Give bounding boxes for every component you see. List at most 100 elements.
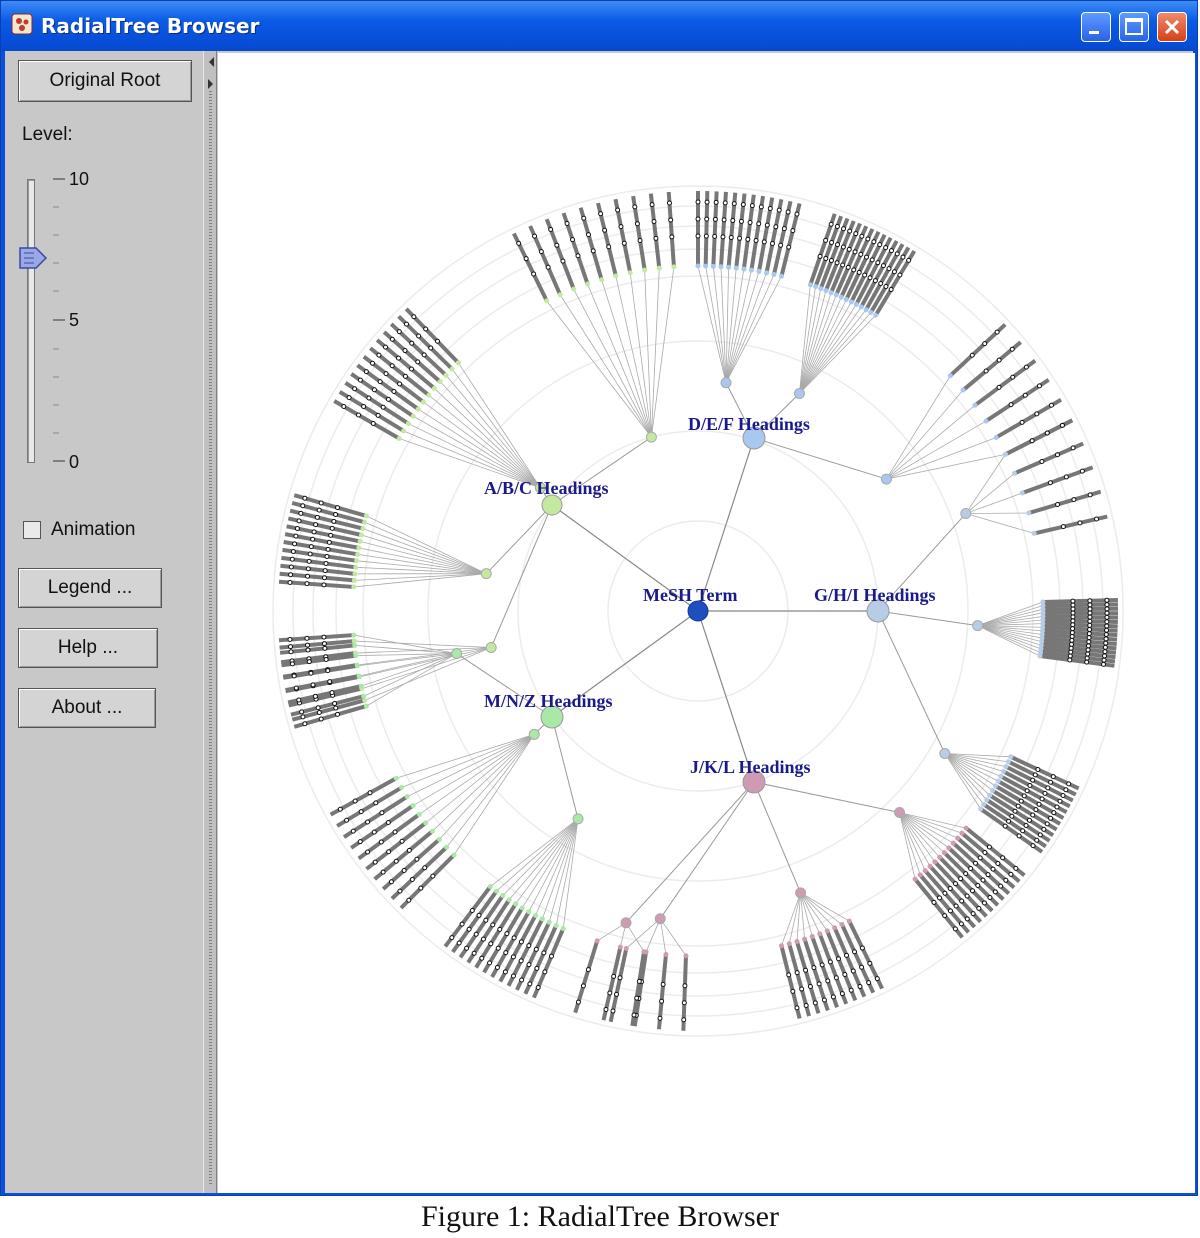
- leaf-node[interactable]: [982, 850, 988, 856]
- leaf-node[interactable]: [981, 900, 987, 906]
- leaf-node[interactable]: [829, 239, 835, 245]
- leaf-node[interactable]: [1068, 649, 1074, 655]
- leaf-node[interactable]: [987, 792, 993, 798]
- leaf-node[interactable]: [1055, 501, 1061, 507]
- leaf-node[interactable]: [1103, 632, 1109, 638]
- leaf-node[interactable]: [891, 269, 897, 275]
- leaf-node[interactable]: [383, 371, 389, 377]
- leaf-node[interactable]: [1036, 383, 1042, 389]
- leaf-node[interactable]: [415, 359, 421, 365]
- leaf-node[interactable]: [838, 294, 844, 300]
- leaf-node[interactable]: [845, 264, 851, 270]
- leaf-node[interactable]: [1071, 497, 1077, 503]
- leaf-node[interactable]: [1104, 610, 1110, 616]
- leaf-node[interactable]: [995, 860, 1001, 866]
- leaf-node[interactable]: [802, 936, 808, 942]
- leaf-node[interactable]: [695, 199, 701, 205]
- leaf-node[interactable]: [816, 981, 822, 987]
- leaf-node[interactable]: [518, 958, 524, 964]
- leaf-node[interactable]: [1087, 602, 1093, 608]
- leaf-node[interactable]: [627, 270, 633, 276]
- leaf-node[interactable]: [361, 693, 367, 699]
- leaf-node[interactable]: [1037, 832, 1043, 838]
- leaf-node[interactable]: [858, 304, 864, 310]
- leaf-node[interactable]: [289, 661, 295, 667]
- leaf-node[interactable]: [545, 264, 551, 270]
- leaf-node[interactable]: [312, 693, 318, 699]
- leaf-node[interactable]: [333, 512, 339, 518]
- leaf-node[interactable]: [322, 568, 328, 574]
- leaf-node[interactable]: [418, 885, 424, 891]
- leaf-node[interactable]: [352, 571, 358, 577]
- leaf-node[interactable]: [906, 257, 912, 263]
- leaf-node[interactable]: [794, 1005, 800, 1011]
- leaf-node[interactable]: [799, 986, 805, 992]
- leaf-node[interactable]: [863, 307, 869, 313]
- leaf-node[interactable]: [811, 965, 817, 971]
- leaf-node[interactable]: [322, 645, 328, 651]
- leaf-node[interactable]: [370, 421, 376, 426]
- leaf-node[interactable]: [873, 312, 879, 318]
- leaf-node[interactable]: [602, 227, 608, 233]
- leaf-node[interactable]: [371, 829, 377, 835]
- leaf-node[interactable]: [617, 975, 623, 981]
- leaf-node[interactable]: [781, 226, 787, 232]
- leaf-node[interactable]: [316, 709, 322, 715]
- leaf-node[interactable]: [704, 199, 710, 205]
- leaf-node[interactable]: [510, 973, 516, 979]
- leaf-node[interactable]: [494, 888, 500, 894]
- leaf-node[interactable]: [1102, 644, 1108, 650]
- leaf-node[interactable]: [1035, 766, 1041, 772]
- leaf-node[interactable]: [451, 852, 457, 858]
- leaf-node[interactable]: [519, 977, 525, 983]
- leaf-node[interactable]: [983, 368, 989, 374]
- leaf-node[interactable]: [560, 258, 566, 264]
- leaf-node[interactable]: [869, 257, 875, 263]
- leaf-node[interactable]: [352, 642, 358, 648]
- leaf-node[interactable]: [786, 972, 792, 978]
- leaf-node[interactable]: [542, 969, 548, 975]
- leaf-node[interactable]: [308, 670, 314, 676]
- leaf-node[interactable]: [778, 943, 784, 949]
- leaf-node[interactable]: [794, 211, 800, 217]
- leaf-node[interactable]: [1015, 803, 1021, 809]
- leaf-node[interactable]: [534, 965, 540, 971]
- leaf-node[interactable]: [872, 278, 878, 284]
- leaf-node[interactable]: [833, 975, 839, 981]
- leaf-node[interactable]: [864, 254, 870, 260]
- leaf-node[interactable]: [952, 926, 958, 932]
- inner-node[interactable]: [793, 387, 805, 399]
- leaf-node[interactable]: [1060, 793, 1066, 799]
- leaf-node[interactable]: [391, 389, 397, 395]
- inner-node[interactable]: [451, 648, 463, 660]
- leaf-node[interactable]: [1018, 798, 1024, 804]
- leaf-node[interactable]: [414, 856, 420, 862]
- leaf-node[interactable]: [1048, 779, 1054, 785]
- leaf-node[interactable]: [741, 266, 747, 272]
- leaf-node[interactable]: [516, 240, 522, 246]
- leaf-node[interactable]: [1023, 823, 1029, 829]
- leaf-node[interactable]: [975, 883, 981, 889]
- leaf-node[interactable]: [888, 287, 894, 293]
- leaf-node[interactable]: [764, 222, 770, 228]
- leaf-node[interactable]: [900, 254, 906, 260]
- leaf-node[interactable]: [415, 406, 421, 412]
- leaf-node[interactable]: [848, 299, 854, 305]
- leaf-node[interactable]: [942, 890, 948, 896]
- leaf-node[interactable]: [1104, 614, 1110, 620]
- leaf-node[interactable]: [353, 564, 359, 570]
- leaf-node[interactable]: [1003, 764, 1009, 770]
- leaf-node[interactable]: [444, 844, 450, 850]
- leaf-node[interactable]: [429, 828, 435, 834]
- leaf-node[interactable]: [713, 199, 719, 205]
- leaf-node[interactable]: [378, 839, 384, 845]
- leaf-node[interactable]: [978, 806, 984, 812]
- leaf-node[interactable]: [728, 234, 734, 240]
- leaf-node[interactable]: [1070, 606, 1076, 612]
- leaf-node[interactable]: [874, 976, 880, 982]
- leaf-node[interactable]: [350, 828, 356, 834]
- leaf-node[interactable]: [353, 653, 359, 659]
- leaf-node[interactable]: [377, 379, 383, 385]
- leaf-node[interactable]: [464, 945, 470, 951]
- leaf-node[interactable]: [1104, 623, 1110, 629]
